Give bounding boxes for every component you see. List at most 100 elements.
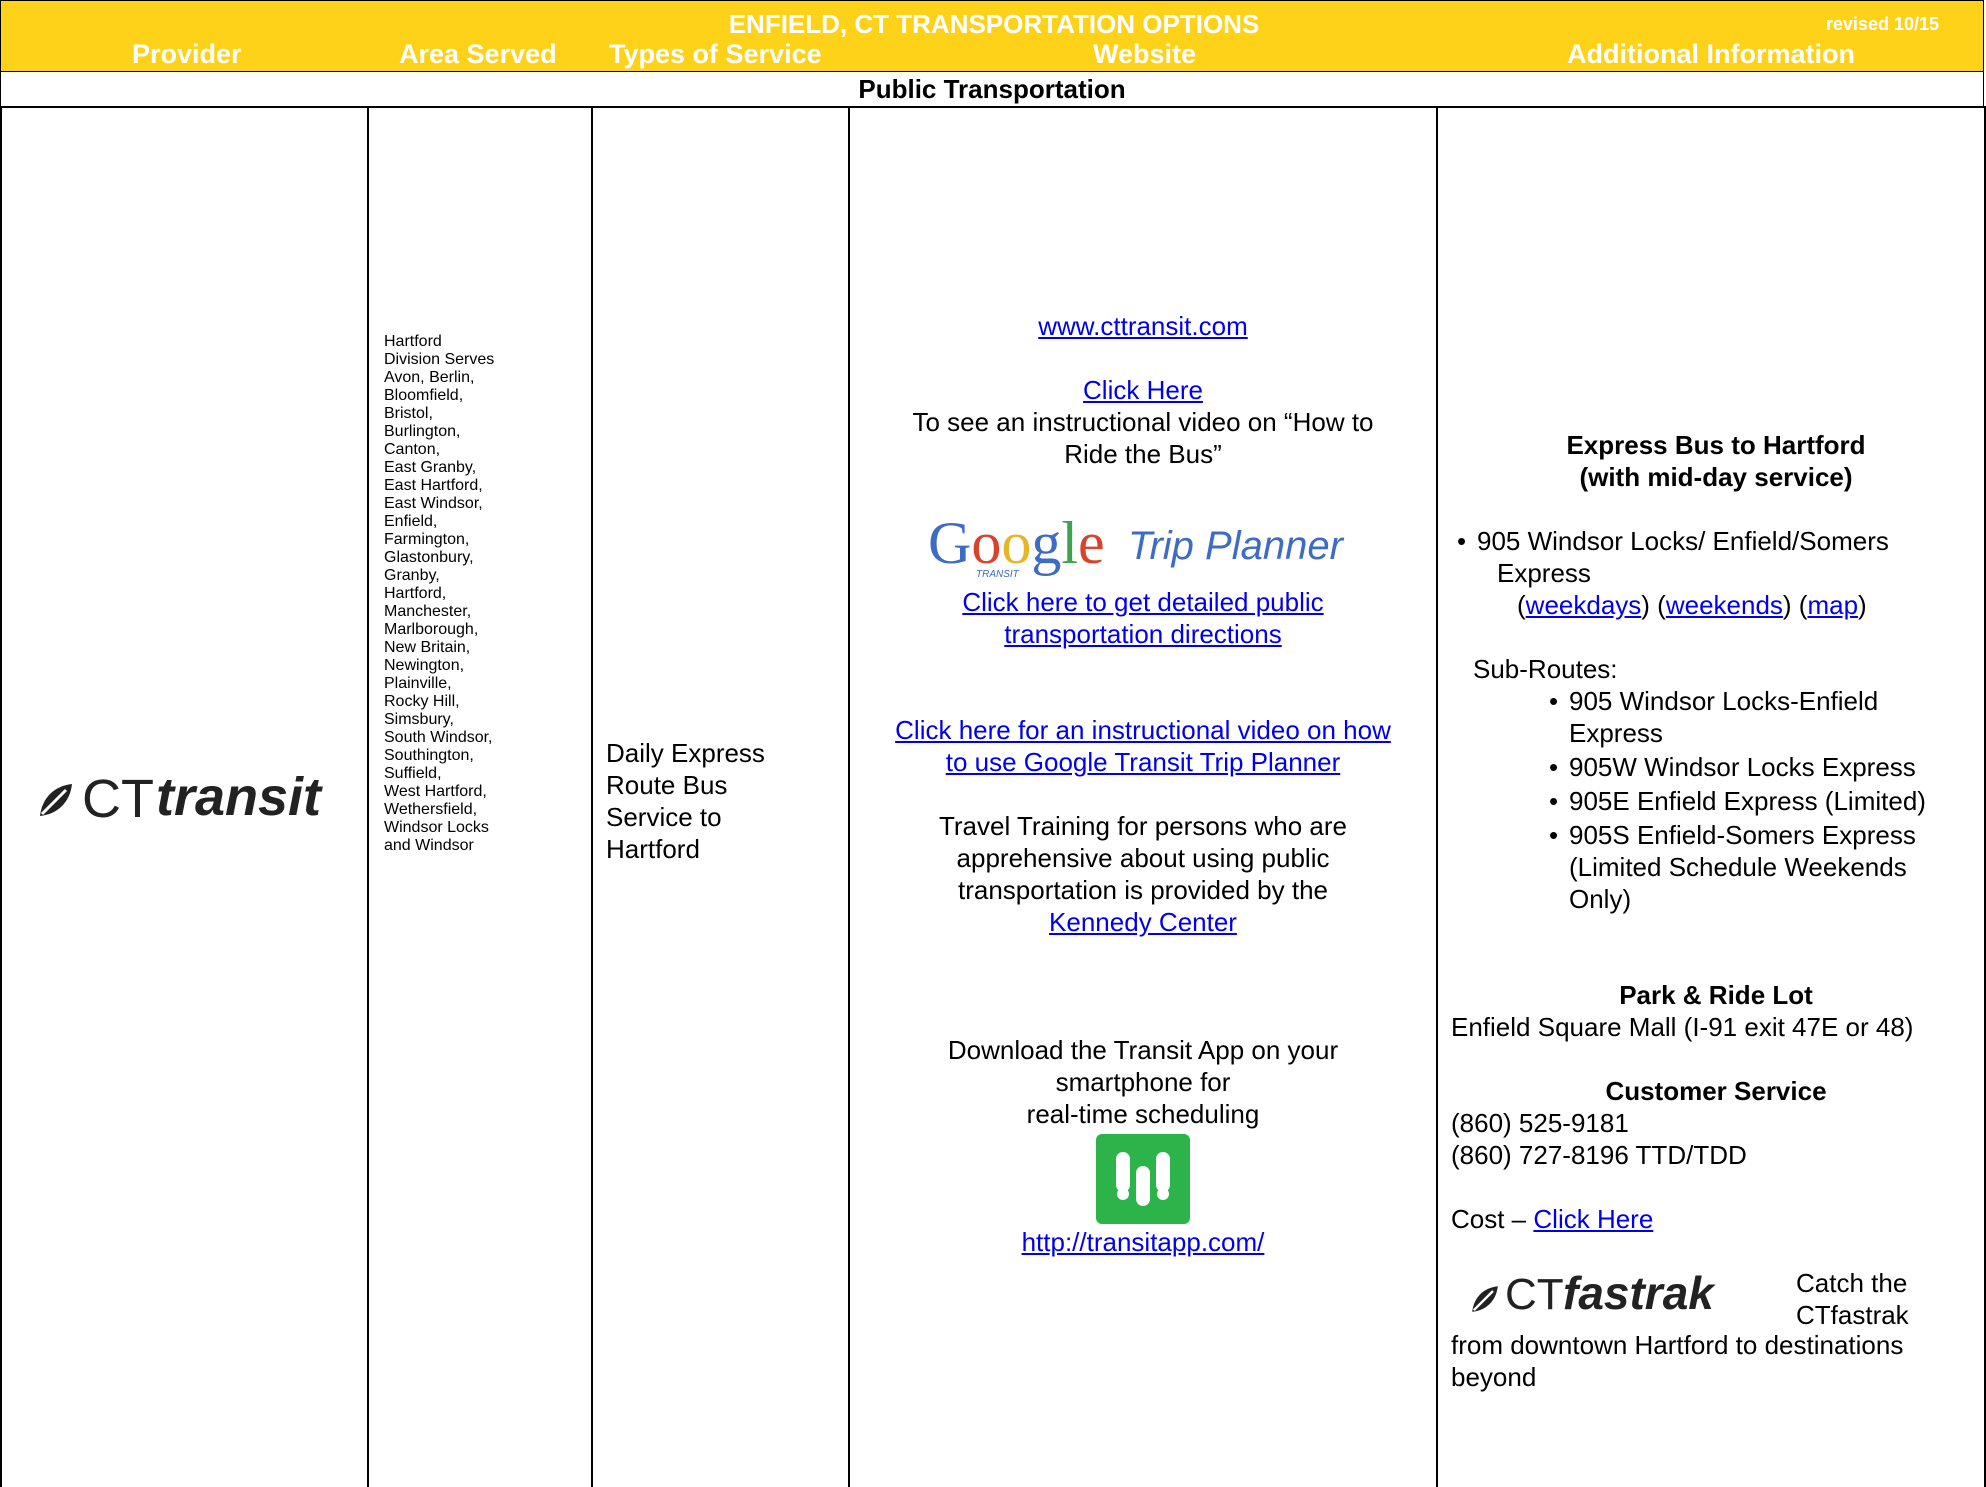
transit-app-icon[interactable] bbox=[1096, 1134, 1190, 1224]
cttransit-link[interactable]: www.cttransit.com bbox=[1038, 311, 1248, 341]
area-line: Burlington, bbox=[384, 423, 461, 440]
area-line: Wethersfield, bbox=[384, 801, 478, 818]
logo-transit-text: transit bbox=[156, 767, 322, 827]
area-line: Bristol, bbox=[384, 405, 433, 422]
column-divider bbox=[0, 106, 2, 1487]
route-905-label: 905 Windsor Locks/ Enfield/Somers bbox=[1477, 526, 1889, 556]
subroute-item: 905S Enfield-Somers Express(Limited Sche… bbox=[1543, 819, 1981, 915]
area-served-list: Hartford Division Serves Avon, Berlin, B… bbox=[384, 333, 594, 855]
video-note: To see an instructional video on “How to bbox=[912, 407, 1374, 437]
fastrak-block: CT fastrak Catch the CTfastrak bbox=[1451, 1267, 1981, 1330]
area-line: Plainville, bbox=[384, 675, 452, 692]
column-header-types-of-service: Types of Service bbox=[609, 39, 822, 69]
subroute-item: 905E Enfield Express (Limited) bbox=[1543, 785, 1981, 817]
cost-link[interactable]: Click Here bbox=[1533, 1204, 1653, 1234]
area-line: Manchester, bbox=[384, 603, 472, 620]
website-column: www.cttransit.com Click Here To see an i… bbox=[850, 310, 1436, 1258]
google-transit-label: TRANSIT bbox=[976, 569, 1019, 580]
column-header-additional-information: Additional Information bbox=[1567, 39, 1855, 69]
header-band: ENFIELD, CT TRANSPORTATION OPTIONS revis… bbox=[0, 0, 1984, 72]
area-line: Avon, Berlin, bbox=[384, 369, 475, 386]
customer-service-tdd: (860) 727-8196 TTD/TDD bbox=[1451, 1140, 1747, 1170]
area-line: Granby, bbox=[384, 567, 440, 584]
area-line: Simsbury, bbox=[384, 711, 454, 728]
service-line: Service to bbox=[606, 802, 722, 832]
trip-planner-video-link[interactable]: to use Google Transit Trip Planner bbox=[946, 747, 1341, 777]
training-text: apprehensive about using public bbox=[956, 843, 1330, 873]
area-line: Glastonbury, bbox=[384, 549, 474, 566]
route-905-label: Express bbox=[1497, 558, 1591, 588]
fastrak-note: CTfastrak bbox=[1796, 1300, 1909, 1330]
customer-service-phone: (860) 525-9181 bbox=[1451, 1108, 1629, 1138]
types-of-service: Daily Express Route Bus Service to Hartf… bbox=[606, 737, 806, 865]
area-line: Enfield, bbox=[384, 513, 438, 530]
area-line: Division Serves bbox=[384, 351, 495, 368]
area-line: Suffield, bbox=[384, 765, 442, 782]
area-line: and Windsor bbox=[384, 837, 474, 854]
fastrak-note: beyond bbox=[1451, 1362, 1537, 1392]
directions-link[interactable]: Click here to get detailed public bbox=[962, 587, 1323, 617]
area-line: Rocky Hill, bbox=[384, 693, 460, 710]
google-trip-planner-logo: Google TRANSIT Trip Planner bbox=[850, 510, 1436, 586]
directions-link[interactable]: transportation directions bbox=[1004, 619, 1281, 649]
page-title: ENFIELD, CT TRANSPORTATION OPTIONS bbox=[728, 9, 1260, 39]
weekdays-link[interactable]: weekdays bbox=[1526, 590, 1642, 620]
area-line: Farmington, bbox=[384, 531, 470, 548]
kennedy-center-link[interactable]: Kennedy Center bbox=[1049, 907, 1237, 937]
route-905-item: 905 Windsor Locks/ Enfield/Somers Expres… bbox=[1451, 525, 1981, 621]
subroute-item: 905W Windsor Locks Express bbox=[1543, 751, 1981, 783]
area-line: Hartford bbox=[384, 333, 442, 350]
fastrak-leaf-icon bbox=[1472, 1286, 1498, 1312]
cost-label: Cost – bbox=[1451, 1204, 1527, 1234]
column-header-area-served: Area Served bbox=[399, 39, 557, 69]
transit-app-glyph-icon bbox=[1116, 1152, 1170, 1206]
fastrak-note: from downtown Hartford to destinations bbox=[1451, 1330, 1904, 1360]
cost-line: Cost – Click Here bbox=[1451, 1203, 1981, 1235]
app-text: Download the Transit App on your bbox=[947, 1035, 1339, 1065]
transitapp-link[interactable]: http://transitapp.com/ bbox=[1022, 1227, 1265, 1257]
map-link[interactable]: map bbox=[1807, 590, 1858, 620]
subroute-item: 905 Windsor Locks-EnfieldExpress bbox=[1543, 685, 1981, 749]
additional-info-column: Express Bus to Hartford (with mid-day se… bbox=[1451, 429, 1981, 1393]
customer-service-title: Customer Service bbox=[1605, 1076, 1827, 1106]
subroute-list: 905 Windsor Locks-EnfieldExpress 905W Wi… bbox=[1451, 685, 1981, 915]
trip-planner-label: Trip Planner bbox=[1128, 524, 1343, 568]
service-line: Daily Express bbox=[606, 738, 765, 768]
area-line: West Hartford, bbox=[384, 783, 487, 800]
area-line: New Britain, bbox=[384, 639, 471, 656]
section-title: Public Transportation bbox=[0, 72, 1984, 108]
area-line: East Granby, bbox=[384, 459, 477, 476]
logo-ct-text: CT bbox=[82, 769, 154, 829]
area-line: Canton, bbox=[384, 441, 441, 458]
area-line: Newington, bbox=[384, 657, 465, 674]
area-line: East Windsor, bbox=[384, 495, 483, 512]
app-text: real-time scheduling bbox=[1026, 1099, 1260, 1129]
weekends-link[interactable]: weekends bbox=[1666, 590, 1783, 620]
subroutes-label: Sub-Routes: bbox=[1473, 654, 1618, 684]
express-subtitle: (with mid-day service) bbox=[1579, 462, 1853, 492]
ride-bus-video-link[interactable]: Click Here bbox=[1083, 375, 1203, 405]
revised-date: revised 10/15 bbox=[1825, 14, 1939, 34]
fastrak-wordmark: fastrak bbox=[1563, 1267, 1714, 1319]
park-ride-location: Enfield Square Mall (I-91 exit 47E or 48… bbox=[1451, 1012, 1914, 1042]
app-text: smartphone for bbox=[1055, 1067, 1231, 1097]
column-divider bbox=[1436, 106, 1438, 1487]
fastrak-note: Catch the bbox=[1796, 1268, 1908, 1298]
area-line: Southington, bbox=[384, 747, 474, 764]
training-text: transportation is provided by the bbox=[958, 875, 1328, 905]
column-header-website: Website bbox=[1093, 39, 1197, 69]
column-divider bbox=[367, 106, 369, 1487]
park-ride-title: Park & Ride Lot bbox=[1619, 980, 1813, 1010]
express-title: Express Bus to Hartford bbox=[1566, 430, 1866, 460]
area-line: Marlborough, bbox=[384, 621, 479, 638]
service-line: Route Bus bbox=[606, 770, 728, 800]
area-line: Hartford, bbox=[384, 585, 447, 602]
area-line: Bloomfield, bbox=[384, 387, 464, 404]
training-text: Travel Training for persons who are bbox=[938, 811, 1347, 841]
ct-leaf-icon bbox=[40, 784, 72, 816]
column-header-provider: Provider bbox=[132, 39, 242, 69]
video-note: Ride the Bus” bbox=[1064, 439, 1222, 469]
trip-planner-video-link[interactable]: Click here for an instructional video on… bbox=[895, 715, 1391, 745]
area-line: Windsor Locks bbox=[384, 819, 489, 836]
area-line: South Windsor, bbox=[384, 729, 493, 746]
